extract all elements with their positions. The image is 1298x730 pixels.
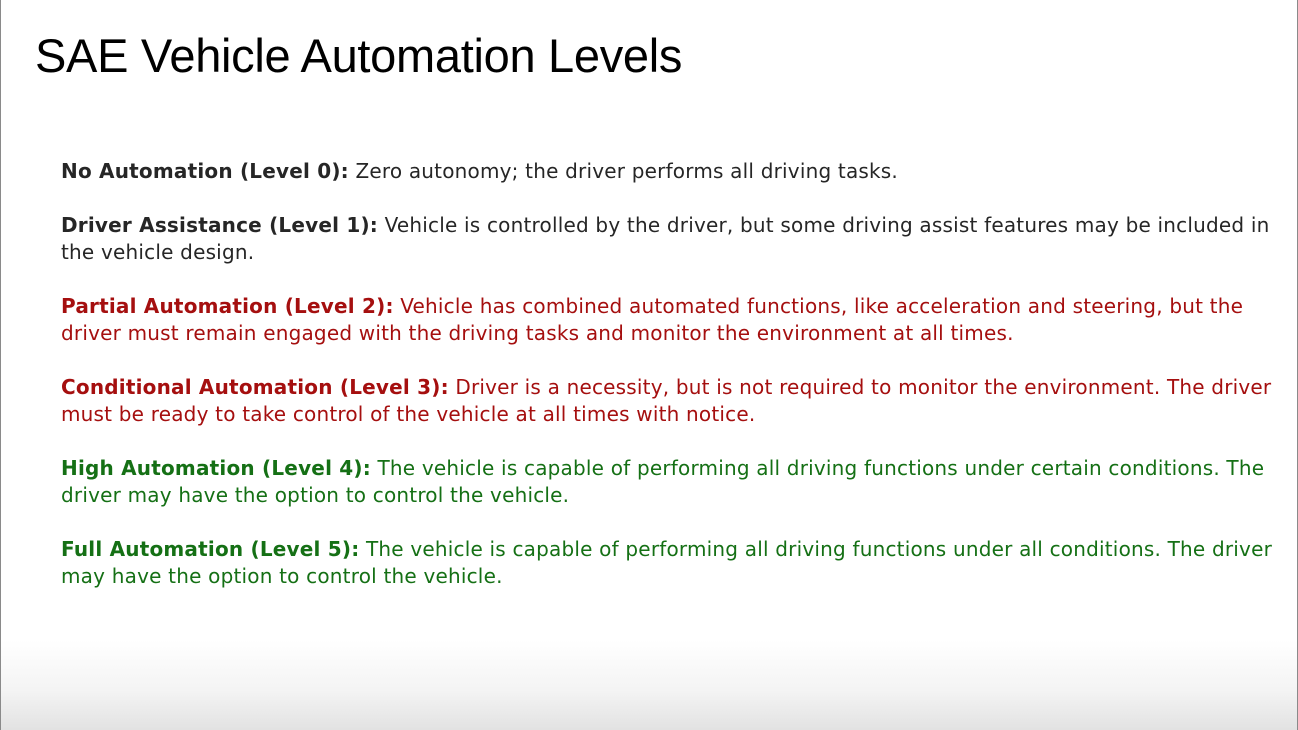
automation-levels-list: No Automation (Level 0): Zero autonomy; …: [61, 158, 1276, 617]
slide: SAE Vehicle Automation Levels No Automat…: [0, 0, 1298, 730]
level-0-item: No Automation (Level 0): Zero autonomy; …: [61, 158, 1276, 185]
level-2-heading: Partial Automation (Level 2):: [61, 294, 394, 318]
level-5-heading: Full Automation (Level 5):: [61, 537, 360, 561]
level-4-item: High Automation (Level 4): The vehicle i…: [61, 455, 1276, 509]
level-2-item: Partial Automation (Level 2): Vehicle ha…: [61, 293, 1276, 347]
slide-title: SAE Vehicle Automation Levels: [35, 29, 683, 82]
level-3-heading: Conditional Automation (Level 3):: [61, 375, 449, 399]
level-0-heading: No Automation (Level 0):: [61, 159, 349, 183]
level-4-heading: High Automation (Level 4):: [61, 456, 371, 480]
level-1-heading: Driver Assistance (Level 1):: [61, 213, 378, 237]
level-5-item: Full Automation (Level 5): The vehicle i…: [61, 536, 1276, 590]
level-3-item: Conditional Automation (Level 3): Driver…: [61, 374, 1276, 428]
level-0-description: Zero autonomy; the driver performs all d…: [355, 159, 898, 183]
level-1-item: Driver Assistance (Level 1): Vehicle is …: [61, 212, 1276, 266]
